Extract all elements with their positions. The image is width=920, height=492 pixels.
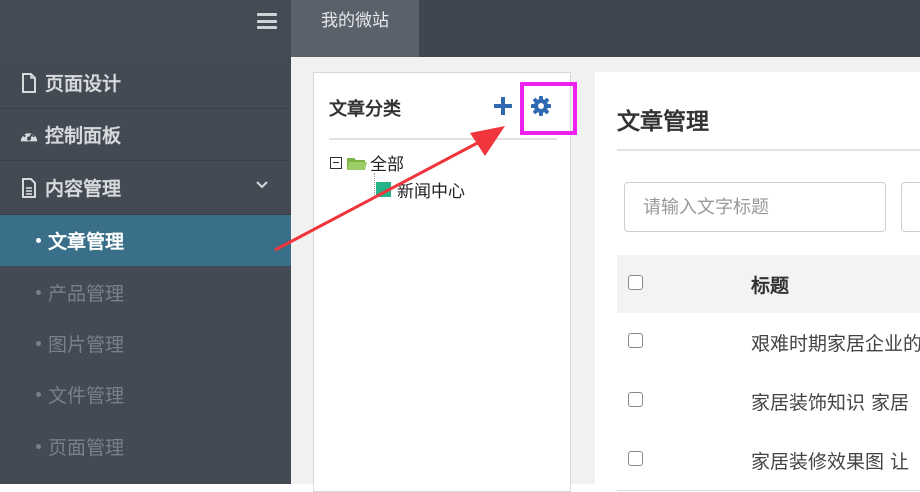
top-bar-left <box>0 0 291 57</box>
sidebar: 页面设计 控制面板 内容管理 文章管理 产品管理 图片管理 文件管理 页面管理 <box>0 57 291 484</box>
select-all-checkbox[interactable] <box>628 275 643 290</box>
bullet-dot-icon <box>36 444 41 449</box>
category-tree: 全部 新闻中心 <box>330 149 465 203</box>
tab-my-microsite[interactable]: 我的微站 <box>291 0 419 57</box>
sidebar-subitem-label: 文章管理 <box>48 231 125 253</box>
sidebar-item-label: 页面设计 <box>45 73 122 95</box>
tree-connector-line <box>374 173 376 195</box>
document-icon <box>19 177 39 198</box>
bullet-dot-icon <box>36 290 41 295</box>
category-panel-divider <box>329 138 557 140</box>
sidebar-subitem-label: 文件管理 <box>48 385 125 407</box>
table-header: 标题 <box>617 255 920 314</box>
content-panel: 文章管理 标题 艰难时期家居企业的 家居装饰知识 家居 家居装修效果图 让 <box>595 72 920 492</box>
bullet-dot-icon <box>36 341 41 346</box>
sidebar-subitem-label: 产品管理 <box>48 283 125 305</box>
bullet-dot-icon <box>36 238 41 243</box>
category-panel-title: 文章分类 <box>329 99 401 120</box>
highlight-box <box>520 82 577 135</box>
file-icon <box>19 72 39 93</box>
dashboard-icon <box>19 125 39 145</box>
sidebar-subitem-article-management[interactable]: 文章管理 <box>0 215 291 266</box>
row-checkbox[interactable] <box>628 392 643 407</box>
chevron-down-icon[interactable] <box>255 175 269 197</box>
sidebar-item-content-management[interactable]: 内容管理 <box>0 161 291 215</box>
sidebar-subitem-page-management[interactable]: 页面管理 <box>0 421 291 472</box>
tree-node-news-center[interactable]: 新闻中心 <box>376 176 465 203</box>
collapse-icon[interactable] <box>330 156 342 169</box>
tree-node-label: 新闻中心 <box>397 182 465 202</box>
sidebar-subitem-file-management[interactable]: 文件管理 <box>0 369 291 420</box>
page-title: 文章管理 <box>617 109 709 135</box>
article-title[interactable]: 艰难时期家居企业的 <box>751 313 920 372</box>
sidebar-item-label: 控制面板 <box>45 125 122 147</box>
content-divider <box>617 149 920 151</box>
tree-node-all[interactable]: 全部 <box>330 149 465 176</box>
article-title[interactable]: 家居装饰知识 家居 <box>751 372 909 431</box>
column-header-title: 标题 <box>751 274 790 297</box>
plus-icon[interactable] <box>492 95 514 117</box>
category-panel: 文章分类 全部 新闻中心 <box>313 72 571 492</box>
article-title[interactable]: 家居装修效果图 让 <box>751 431 909 490</box>
bullet-dot-icon <box>36 392 41 397</box>
sidebar-subitem-product-management[interactable]: 产品管理 <box>0 267 291 318</box>
search-input[interactable] <box>624 182 886 232</box>
top-bar-spacer <box>419 0 920 57</box>
folder-open-icon <box>346 155 368 171</box>
top-bar: 我的微站 <box>0 0 920 57</box>
hamburger-menu-icon[interactable] <box>257 13 277 29</box>
sidebar-item-dashboard[interactable]: 控制面板 <box>0 109 291 161</box>
tree-node-label: 全部 <box>370 155 404 175</box>
row-checkbox[interactable] <box>628 451 643 466</box>
sidebar-item-page-design[interactable]: 页面设计 <box>0 57 291 109</box>
sidebar-subitem-label: 页面管理 <box>48 437 125 459</box>
table-row[interactable]: 艰难时期家居企业的 <box>617 313 920 373</box>
sidebar-subitem-image-management[interactable]: 图片管理 <box>0 318 291 369</box>
table-row[interactable]: 家居装修效果图 让 <box>617 431 920 491</box>
table-row[interactable]: 家居装饰知识 家居 <box>617 372 920 432</box>
row-checkbox[interactable] <box>628 333 643 348</box>
sidebar-item-label: 内容管理 <box>45 178 122 200</box>
category-leaf-icon <box>376 182 391 197</box>
search-button[interactable] <box>901 182 920 232</box>
sidebar-subitem-label: 图片管理 <box>48 334 125 356</box>
